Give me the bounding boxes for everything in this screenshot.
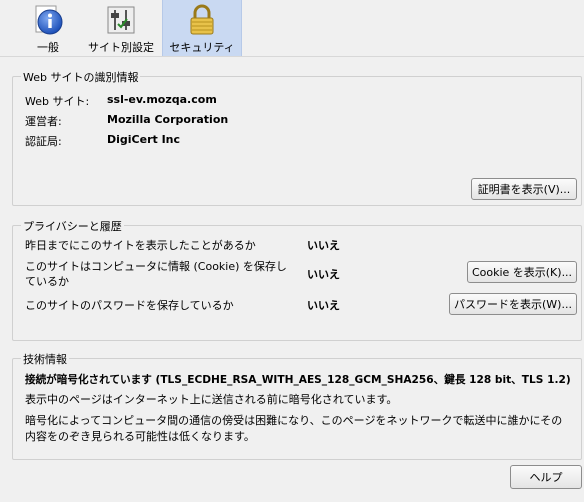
website-label: Web サイト: [25,95,90,108]
owner-label: 運営者: [25,115,62,128]
toolbar-separator [0,56,584,57]
tab-site-settings-label: サイト別設定 [88,41,154,54]
toolbar: 一般 サイト別設定 セキュリティ [0,0,584,56]
padlock-icon [186,4,218,36]
tab-general-label: 一般 [37,41,59,54]
encryption-line-3: 暗号化によってコンピュータ間の通信の傍受は困難になり、このページをネットワークで… [25,414,563,427]
tab-site-settings[interactable]: サイト別設定 [82,0,160,56]
password-question: このサイトのパスワードを保存しているか [25,299,234,312]
technical-group: 技術情報 接続が暗号化されています (TLS_ECDHE_RSA_WITH_AE… [12,351,582,460]
encryption-status: 接続が暗号化されています (TLS_ECDHE_RSA_WITH_AES_128… [25,374,571,386]
tab-security[interactable]: セキュリティ [162,0,242,56]
technical-title: 技術情報 [21,351,69,367]
tab-security-label: セキュリティ [169,41,235,54]
help-button[interactable]: ヘルプ [510,465,582,489]
verifier-label: 認証局: [25,135,62,148]
visited-question: 昨日までにこのサイトを表示したことがあるか [25,239,256,252]
website-value: ssl-ev.mozqa.com [107,93,217,106]
encryption-line-2: 表示中のページはインターネット上に送信される前に暗号化されています。 [25,393,398,406]
identity-title: Web サイトの識別情報 [21,69,141,85]
owner-value: Mozilla Corporation [107,113,229,126]
view-certificate-button[interactable]: 証明書を表示(V)... [471,178,577,200]
verifier-value: DigiCert Inc [107,133,181,146]
password-answer: いいえ [307,299,340,312]
encryption-line-4: 内容をのぞき見られる可能性は低くなります。 [25,430,255,443]
privacy-group: プライバシーと履歴 昨日までにこのサイトを表示したことがあるか いいえ このサイ… [12,218,582,341]
privacy-title: プライバシーと履歴 [21,218,124,234]
visited-answer: いいえ [307,239,340,252]
cookie-question-line1: このサイトはコンピュータに情報 (Cookie) を保存し [25,260,287,273]
info-icon [32,4,64,36]
view-passwords-button[interactable]: パスワードを表示(W)... [449,293,577,315]
tab-general[interactable]: 一般 [16,0,80,56]
identity-group: Web サイトの識別情報 Web サイト: ssl-ev.mozqa.com 運… [12,69,582,206]
settings-sliders-icon [105,4,137,36]
view-cookies-button[interactable]: Cookie を表示(K)... [467,261,577,283]
cookie-answer: いいえ [307,268,340,281]
cookie-question-line2: ているか [25,275,69,288]
